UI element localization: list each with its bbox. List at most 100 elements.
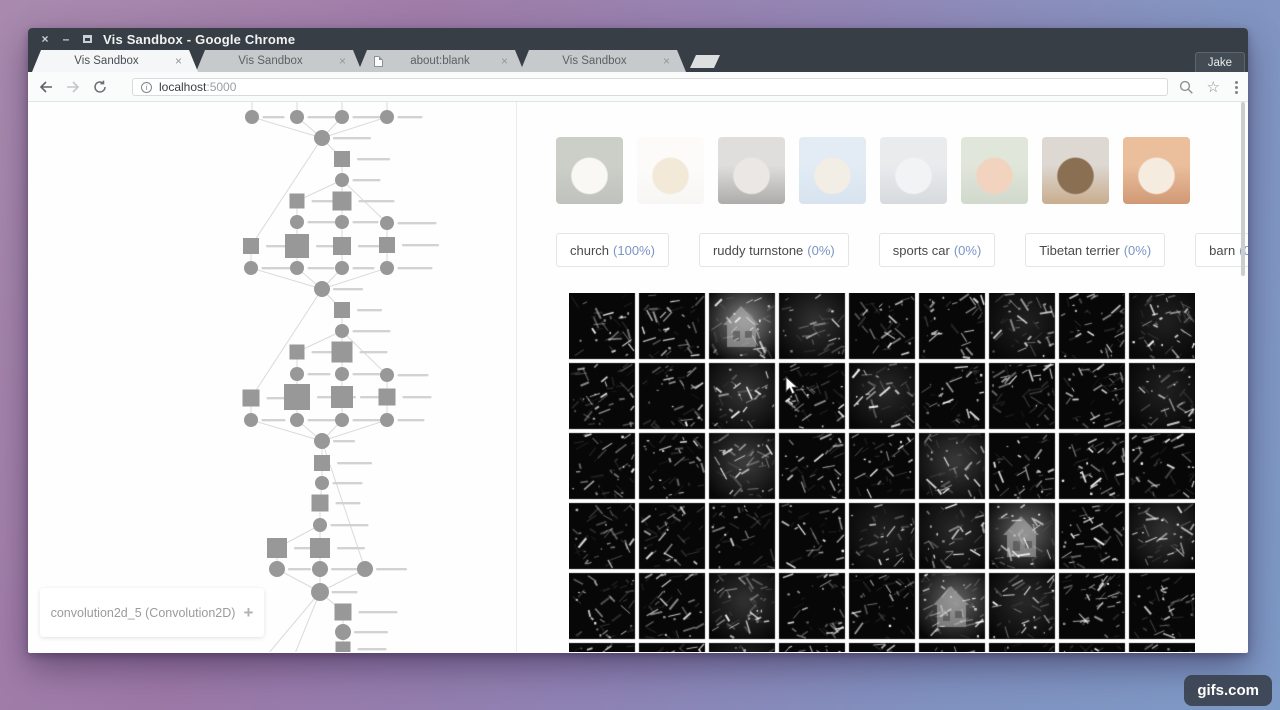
graph-node-circle [380,216,394,230]
tab-close-icon[interactable]: × [339,55,346,67]
graph-node-circle [314,130,330,146]
panel-divider [516,102,517,652]
page-info-icon[interactable]: i [141,82,152,93]
input-thumbnail-animal-in-water[interactable] [799,137,866,204]
graph-node-circle [335,324,349,338]
tab-vis-sandbox[interactable]: Vis Sandbox× [520,50,686,72]
input-thumbnail-house[interactable] [1042,137,1109,204]
graph-node-circle [335,173,349,187]
window-minimize-button[interactable]: – [60,28,72,50]
forward-icon [66,81,80,93]
prediction-percent: (0%) [807,243,834,258]
graph-node-square [310,538,330,558]
graph-node-circle [335,110,349,124]
tab-label: about:blank [389,55,491,67]
graph-node-square [243,390,260,407]
prediction-sports-car: sports car (0%) [879,233,996,267]
gifs-watermark-label: gifs.com [1197,682,1259,699]
graph-node-circle [335,215,349,229]
graph-node-square [314,455,330,471]
graph-node-circle [290,261,304,275]
graph-node-circle [335,624,351,640]
input-thumbnail-red-panda[interactable] [961,137,1028,204]
graph-node-square [285,234,309,258]
graph-node-square [332,342,353,363]
network-graph[interactable] [28,102,544,652]
graph-node-square [334,151,350,167]
graph-node-circle [380,413,394,427]
prediction-label: Tibetan terrier [1039,243,1119,258]
graph-node-circle [290,413,304,427]
prediction-percent: (0%) [954,243,981,258]
graph-node-circle [245,110,259,124]
expand-plus-icon[interactable]: + [243,604,253,621]
graph-node-square [336,642,351,653]
window-title: Vis Sandbox - Google Chrome [103,32,295,47]
prediction-row: church(100%)ruddy turnstone(0%)sports ca… [556,233,1248,267]
tab-vis-sandbox[interactable]: Vis Sandbox× [32,50,198,72]
window-maximize-button[interactable] [81,28,93,50]
feature-map-grid [569,293,1195,652]
tab-vis-sandbox[interactable]: Vis Sandbox × [196,50,362,72]
profile-button[interactable]: Jake [1195,52,1245,72]
graph-node-circle [290,110,304,124]
new-tab-button[interactable] [690,55,720,68]
tab-strip: Vis Sandbox×Vis Sandbox×about:blank×Vis … [28,50,1248,72]
bookmark-star-icon[interactable]: ☆ [1207,80,1220,95]
tab-about-blank[interactable]: about:blank × [358,50,524,72]
browser-toolbar: i localhost:5000 ☆ [28,72,1248,102]
back-button[interactable] [37,78,55,96]
graph-node-circle [314,433,330,449]
page-content: convolution2d_5 (Convolution2D) + church… [28,102,1248,652]
prediction-label: sports car [893,243,950,258]
refresh-icon [93,80,107,94]
search-icon[interactable] [1179,80,1194,95]
input-thumbnail-mountain-lake[interactable] [880,137,947,204]
browser-window: × – Vis Sandbox - Google Chrome Vis Sand… [28,28,1248,653]
graph-node-circle [335,413,349,427]
graph-node-square [284,384,310,410]
prediction-label: barn [1209,243,1235,258]
graph-node-circle [244,261,258,275]
prediction-percent: (100%) [613,243,655,258]
window-close-button[interactable]: × [39,28,51,50]
tab-close-icon[interactable]: × [175,55,182,67]
input-thumbnail-horse-sunset[interactable] [1123,137,1190,204]
graph-node-square [243,238,259,254]
prediction-label: church [570,243,609,258]
address-bar[interactable]: i localhost:5000 [132,78,1168,96]
graph-node-circle [290,367,304,381]
graph-node-circle [312,561,328,577]
graph-node-circle [380,368,394,382]
tab-close-icon[interactable]: × [663,55,670,67]
refresh-button[interactable] [91,78,109,96]
tab-label: Vis Sandbox [212,55,329,67]
graph-node-square [379,389,396,406]
graph-node-square [267,538,287,558]
back-icon [39,81,53,93]
url-port: :5000 [206,80,236,94]
graph-node-circle [314,281,330,297]
forward-button[interactable] [64,78,82,96]
graph-node-square [334,302,350,318]
input-thumbnail-eggs[interactable] [637,137,704,204]
gifs-watermark: gifs.com [1184,675,1272,706]
graph-node-circle [313,518,327,532]
graph-node-square [290,345,305,360]
tab-close-icon[interactable]: × [501,55,508,67]
graph-node-square [333,237,351,255]
input-thumbnail-white-puppy[interactable] [556,137,623,204]
graph-node-square [290,194,305,209]
graph-node-circle [380,110,394,124]
graph-node-circle [335,367,349,381]
browser-menu-icon[interactable] [1233,79,1240,96]
prediction-label: ruddy turnstone [713,243,803,258]
scrollbar-thumb[interactable] [1241,102,1245,276]
prediction-percent: (0%) [1124,243,1151,258]
input-image-row [556,137,1190,204]
layer-tooltip: convolution2d_5 (Convolution2D) + [40,588,264,637]
graph-node-circle [315,476,329,490]
graph-node-square [379,237,395,253]
input-thumbnail-lincoln-portrait[interactable] [718,137,785,204]
prediction-church: church (100%) [556,233,669,267]
